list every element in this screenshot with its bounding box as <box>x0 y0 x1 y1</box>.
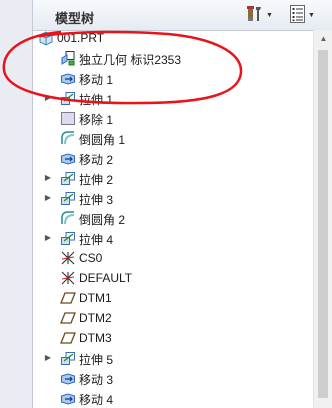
tree-settings-button[interactable]: ▼ <box>245 4 273 26</box>
tree-item-label: 拉伸 5 <box>79 353 114 367</box>
list-view-icon <box>289 4 307 27</box>
tree-item[interactable]: 倒圆角 2 <box>33 208 313 228</box>
move-feature-icon <box>60 70 76 86</box>
coordinate-system-icon <box>60 270 76 286</box>
left-panel-strip <box>0 0 33 408</box>
chevron-down-icon: ▼ <box>266 11 273 19</box>
expand-arrow-icon[interactable]: ▶ <box>43 233 53 242</box>
tree-item-label: 001.PRT <box>57 31 105 45</box>
extrude-icon <box>60 170 76 186</box>
chevron-down-icon: ▼ <box>308 11 315 19</box>
remove-icon <box>60 110 76 126</box>
tree-item-label: 拉伸 1 <box>79 93 114 107</box>
expand-arrow-icon[interactable]: ▶ <box>43 193 53 202</box>
tree-item-label: DTM2 <box>79 311 112 325</box>
tree-item[interactable]: 倒圆角 1 <box>33 128 313 148</box>
tree-item[interactable]: ▶ 拉伸 3 <box>33 188 313 208</box>
round-icon <box>60 210 76 226</box>
vertical-scrollbar[interactable]: ▲ <box>313 30 332 408</box>
tree-item[interactable]: ▶ 拉伸 2 <box>33 168 313 188</box>
tree-item[interactable]: ▶ 拉伸 5 <box>33 348 313 368</box>
datum-plane-icon <box>60 290 76 306</box>
expand-arrow-icon[interactable]: ▶ <box>43 173 53 182</box>
coordinate-system-icon <box>60 250 76 266</box>
move-feature-icon <box>60 150 76 166</box>
model-tree: 001.PRT 独立几何 标识2353 移动 1 ▶ 拉伸 1 移除 1 倒圆角 … <box>33 30 313 408</box>
extrude-icon <box>60 350 76 366</box>
tree-item-label: 倒圆角 1 <box>79 133 126 147</box>
tree-item[interactable]: ▶ 拉伸 4 <box>33 228 313 248</box>
expand-arrow-icon[interactable]: ▶ <box>43 353 53 362</box>
tree-item[interactable]: 移除 1 <box>33 108 313 128</box>
tree-item-label: DEFAULT <box>79 271 133 285</box>
tree-item[interactable]: DTM1 <box>33 288 313 308</box>
tree-item[interactable]: DTM2 <box>33 308 313 328</box>
tree-item-label: 移除 1 <box>79 113 114 127</box>
tree-show-button[interactable]: ▼ <box>289 4 315 26</box>
part-icon <box>38 30 54 46</box>
round-icon <box>60 130 76 146</box>
tree-item-label: 倒圆角 2 <box>79 213 126 227</box>
tree-item[interactable]: 独立几何 标识2353 <box>33 48 313 68</box>
expand-arrow-icon[interactable]: ▶ <box>43 93 53 102</box>
tree-item-label: 移动 3 <box>79 373 114 387</box>
tree-item-label: 移动 4 <box>79 393 114 407</box>
tools-icon <box>245 4 265 27</box>
tree-item[interactable]: 移动 1 <box>33 68 313 88</box>
tree-item-label: 拉伸 2 <box>79 173 114 187</box>
extrude-icon <box>60 230 76 246</box>
tree-item[interactable]: ▶ 拉伸 1 <box>33 88 313 108</box>
tree-item[interactable]: 移动 2 <box>33 148 313 168</box>
move-feature-icon <box>60 370 76 386</box>
scroll-up-arrow[interactable]: ▲ <box>314 30 332 47</box>
tree-item-label: 拉伸 3 <box>79 193 114 207</box>
model-tree-title: 模型树 <box>55 11 95 26</box>
tree-item[interactable]: CS0 <box>33 248 313 268</box>
datum-plane-icon <box>60 330 76 346</box>
tree-item[interactable]: 001.PRT <box>33 30 313 48</box>
tree-item[interactable]: DEFAULT <box>33 268 313 288</box>
tree-item-label: CS0 <box>79 251 103 265</box>
tree-item-label: 拉伸 4 <box>79 233 114 247</box>
scroll-thumb[interactable] <box>318 50 328 398</box>
tree-item[interactable]: 移动 3 <box>33 368 313 388</box>
extrude-icon <box>60 190 76 206</box>
tree-item[interactable]: DTM3 <box>33 328 313 348</box>
extrude-icon <box>60 90 76 106</box>
tree-item-label: DTM3 <box>79 331 112 345</box>
tree-item-label: DTM1 <box>79 291 112 305</box>
tree-item-label: 移动 1 <box>79 73 114 87</box>
move-feature-icon <box>60 390 76 406</box>
tree-item-label: 移动 2 <box>79 153 114 167</box>
tree-item[interactable]: 移动 4 <box>33 388 313 408</box>
model-tree-header: 模型树 ▼ ▼ <box>33 0 332 31</box>
tree-item-label: 独立几何 标识2353 <box>79 53 182 67</box>
independent-geometry-icon <box>60 50 76 66</box>
datum-plane-icon <box>60 310 76 326</box>
